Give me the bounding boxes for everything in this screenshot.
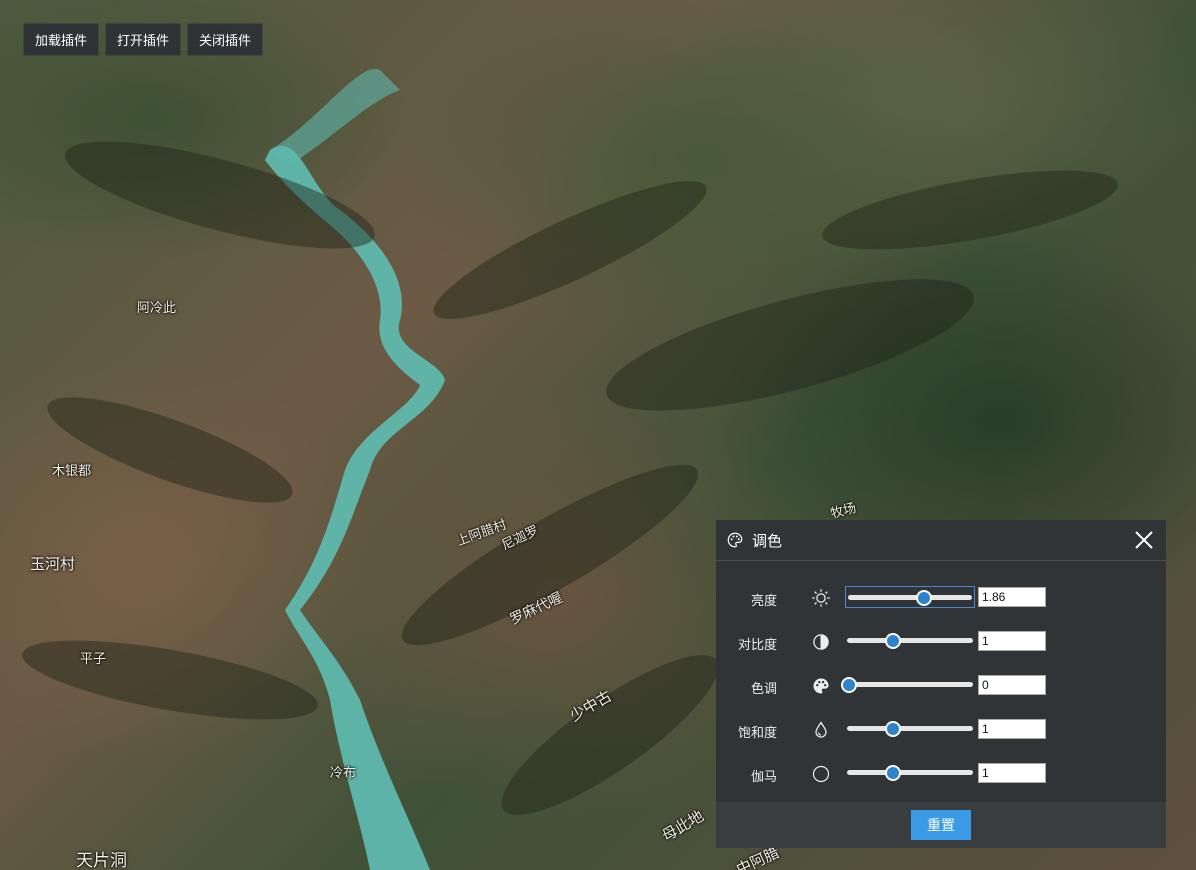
panel-footer: 重置 xyxy=(716,802,1166,848)
close-icon[interactable] xyxy=(1132,528,1156,552)
gamma-slider[interactable] xyxy=(845,762,975,784)
circle-icon xyxy=(812,765,830,783)
brightness-input[interactable] xyxy=(978,587,1046,607)
contrast-slider[interactable] xyxy=(845,630,975,652)
map-label: 玉河村 xyxy=(30,556,76,573)
brightness-row: 亮度 xyxy=(716,583,1166,627)
row-label: 色调 xyxy=(750,681,777,696)
panel-header: 调色 xyxy=(716,520,1166,561)
map-label: 阿冷此 xyxy=(137,300,177,315)
slider-thumb[interactable] xyxy=(884,765,901,781)
drop-icon xyxy=(815,721,827,738)
row-label: 亮度 xyxy=(750,593,777,608)
contrast-icon xyxy=(813,634,829,650)
saturation-slider[interactable] xyxy=(845,718,975,740)
panel-title: 调色 xyxy=(752,532,783,550)
saturation-input[interactable] xyxy=(978,719,1046,739)
reset-button[interactable]: 重置 xyxy=(911,810,971,840)
close-plugin-button[interactable]: 关闭插件 xyxy=(187,23,264,56)
sun-icon xyxy=(812,589,830,607)
slider-thumb[interactable] xyxy=(916,590,933,606)
open-plugin-button[interactable]: 打开插件 xyxy=(105,23,182,56)
load-plugin-button[interactable]: 加载插件 xyxy=(23,23,100,56)
map-label: 平子 xyxy=(80,651,107,666)
map-label: 木银都 xyxy=(52,463,92,478)
row-label: 饱和度 xyxy=(737,725,777,740)
row-label: 对比度 xyxy=(737,637,777,652)
slider-thumb[interactable] xyxy=(884,721,901,737)
gamma-row: 伽马 xyxy=(716,759,1166,803)
hue-input[interactable] xyxy=(978,675,1046,695)
slider-thumb[interactable] xyxy=(884,633,901,649)
plugin-toolbar: 加载插件 打开插件 关闭插件 xyxy=(23,23,264,56)
palette-icon xyxy=(813,678,829,694)
hue-row: 色调 xyxy=(716,671,1166,715)
slider-thumb[interactable] xyxy=(841,677,857,693)
hue-slider[interactable] xyxy=(841,674,975,696)
saturation-row: 饱和度 xyxy=(716,715,1166,759)
map-label: 冷布 xyxy=(330,765,357,780)
gamma-input[interactable] xyxy=(978,763,1046,783)
brightness-slider[interactable] xyxy=(845,586,975,608)
contrast-input[interactable] xyxy=(978,631,1046,651)
row-label: 伽马 xyxy=(750,769,777,784)
contrast-row: 对比度 xyxy=(716,627,1166,671)
color-adjust-panel: 调色 亮度 对比度 xyxy=(716,520,1166,848)
palette-icon xyxy=(727,532,743,548)
map-label: 天片洞 xyxy=(76,851,127,870)
